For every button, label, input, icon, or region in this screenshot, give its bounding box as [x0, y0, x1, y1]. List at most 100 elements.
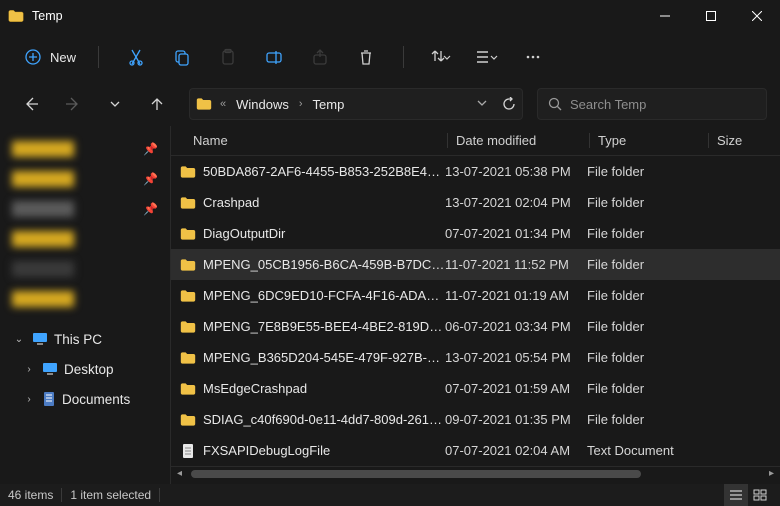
breadcrumb-temp[interactable]: Temp — [309, 95, 349, 114]
folder-icon — [179, 227, 197, 241]
delete-icon — [357, 48, 375, 66]
thumbnails-view-button[interactable] — [748, 484, 772, 506]
details-view-button[interactable] — [724, 484, 748, 506]
search-input[interactable] — [570, 97, 756, 112]
tree-desktop[interactable]: › Desktop — [6, 354, 164, 384]
rename-button[interactable] — [253, 36, 295, 78]
col-size[interactable]: Size — [708, 133, 768, 148]
folder-icon — [179, 351, 197, 365]
file-date: 06-07-2021 03:34 PM — [445, 319, 587, 334]
col-name[interactable]: Name — [193, 133, 447, 148]
file-row[interactable]: MPENG_7E8B9E55-BEE4-4BE2-819D-8BEF... 06… — [171, 311, 780, 342]
more-button[interactable] — [512, 36, 554, 78]
minimize-button[interactable] — [642, 0, 688, 32]
address-dropdown[interactable] — [476, 97, 488, 111]
search-box[interactable] — [537, 88, 767, 120]
file-type: File folder — [587, 288, 706, 303]
new-button[interactable]: New — [18, 48, 82, 66]
folder-icon — [179, 196, 197, 210]
file-type: File folder — [587, 257, 706, 272]
close-button[interactable] — [734, 0, 780, 32]
breadcrumb-windows[interactable]: Windows — [232, 95, 293, 114]
folder-icon — [179, 413, 197, 427]
file-date: 13-07-2021 02:04 PM — [445, 195, 587, 210]
folder-icon — [179, 382, 197, 396]
tree-this-pc[interactable]: ⌄ This PC — [6, 324, 164, 354]
recent-button[interactable] — [97, 86, 133, 122]
view-button[interactable] — [466, 36, 508, 78]
sort-button[interactable] — [420, 36, 462, 78]
file-row[interactable]: MPENG_B365D204-545E-479F-927B-5E58... 13… — [171, 342, 780, 373]
status-selected: 1 item selected — [70, 488, 151, 502]
back-button[interactable] — [13, 86, 49, 122]
delete-button[interactable] — [345, 36, 387, 78]
quick-access-item[interactable]: 📌 — [6, 134, 164, 164]
folder-icon — [179, 258, 197, 272]
file-row[interactable]: Crashpad 13-07-2021 02:04 PM File folder — [171, 187, 780, 218]
quick-access-item[interactable]: 📌 — [6, 254, 164, 284]
cut-button[interactable] — [115, 36, 157, 78]
new-label: New — [50, 50, 76, 65]
tree-documents[interactable]: › Documents — [6, 384, 164, 414]
file-date: 13-07-2021 05:54 PM — [445, 350, 587, 365]
file-type: File folder — [587, 226, 706, 241]
pin-icon: 📌 — [143, 172, 158, 186]
copy-button[interactable] — [161, 36, 203, 78]
file-name: 50BDA867-2AF6-4455-B853-252B8E414777... — [197, 164, 445, 179]
status-bar: 46 items 1 item selected — [0, 484, 780, 506]
status-count: 46 items — [8, 488, 53, 502]
folder-icon — [196, 97, 212, 111]
tree-label: Documents — [62, 392, 130, 407]
pin-icon: 📌 — [143, 142, 158, 156]
file-date: 11-07-2021 11:52 PM — [445, 257, 587, 272]
file-row[interactable]: MPENG_6DC9ED10-FCFA-4F16-ADAE-EA... 11-0… — [171, 280, 780, 311]
scroll-thumb[interactable] — [191, 470, 641, 478]
share-button[interactable] — [299, 36, 341, 78]
maximize-button[interactable] — [688, 0, 734, 32]
quick-access-item[interactable]: 📌 — [6, 194, 164, 224]
chevron-right-icon[interactable]: › — [22, 394, 36, 405]
new-icon — [24, 48, 42, 66]
file-row[interactable]: 50BDA867-2AF6-4455-B853-252B8E414777... … — [171, 156, 780, 187]
file-row[interactable]: SDIAG_c40f690d-0e11-4dd7-809d-261c5c... … — [171, 404, 780, 435]
refresh-button[interactable] — [502, 97, 516, 111]
toolbar: New — [0, 32, 780, 82]
file-type: File folder — [587, 412, 706, 427]
file-row[interactable]: FXSAPIDebugLogFile 07-07-2021 02:04 AM T… — [171, 435, 780, 466]
content-area: 📌📌📌📌📌📌 ⌄ This PC › Desktop › Documents N… — [0, 126, 780, 484]
file-name: Crashpad — [197, 195, 445, 210]
folder-icon — [179, 165, 197, 179]
file-icon — [179, 443, 197, 459]
sort-icon — [430, 48, 452, 66]
folder-icon — [179, 320, 197, 334]
forward-button[interactable] — [55, 86, 91, 122]
quick-access-item[interactable]: 📌 — [6, 224, 164, 254]
file-row[interactable]: MsEdgeCrashpad 07-07-2021 01:59 AM File … — [171, 373, 780, 404]
separator — [98, 46, 99, 68]
share-icon — [311, 48, 329, 66]
file-row[interactable]: DiagOutputDir 07-07-2021 01:34 PM File f… — [171, 218, 780, 249]
chevron-down-icon[interactable]: ⌄ — [12, 334, 26, 345]
breadcrumb-prev[interactable]: « — [218, 98, 228, 110]
search-icon — [548, 97, 562, 111]
redacted-item — [12, 291, 74, 307]
file-date: 13-07-2021 05:38 PM — [445, 164, 587, 179]
horizontal-scrollbar[interactable]: ◂ ▸ — [171, 466, 780, 480]
file-date: 07-07-2021 01:59 AM — [445, 381, 587, 396]
file-date: 11-07-2021 01:19 AM — [445, 288, 587, 303]
col-type[interactable]: Type — [589, 133, 708, 148]
address-bar[interactable]: « Windows › Temp — [189, 88, 523, 120]
quick-access-item[interactable]: 📌 — [6, 164, 164, 194]
up-button[interactable] — [139, 86, 175, 122]
col-date[interactable]: Date modified — [447, 133, 589, 148]
this-pc-icon — [32, 332, 48, 346]
paste-button[interactable] — [207, 36, 249, 78]
window-title: Temp — [32, 9, 63, 23]
rename-icon — [265, 48, 283, 66]
file-row[interactable]: MPENG_05CB1956-B6CA-459B-B7DC-0F... 11-0… — [171, 249, 780, 280]
chevron-right-icon[interactable]: › — [22, 364, 36, 375]
file-date: 07-07-2021 01:34 PM — [445, 226, 587, 241]
file-type: File folder — [587, 164, 706, 179]
quick-access-item[interactable]: 📌 — [6, 284, 164, 314]
redacted-item — [12, 171, 74, 187]
